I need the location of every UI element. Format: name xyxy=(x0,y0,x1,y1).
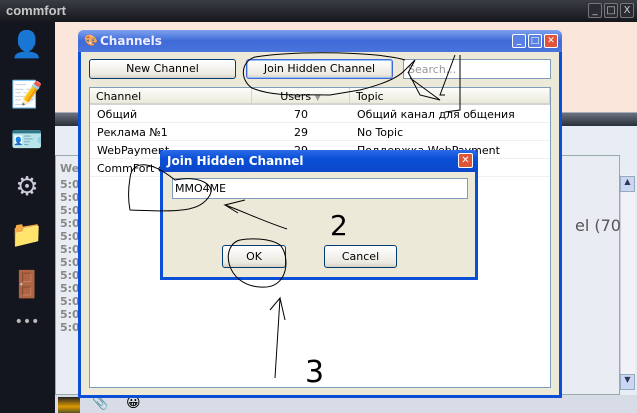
circle-ok-button xyxy=(227,238,287,288)
hand-drawn-annotations: 2 3 xyxy=(128,52,461,390)
annotation-step-2: 2 xyxy=(330,209,348,242)
arrow-to-ok xyxy=(269,296,286,379)
arrow-to-search xyxy=(407,54,461,113)
circle-join-button xyxy=(242,52,416,96)
arrow-to-input xyxy=(223,199,288,230)
annotation-step-3: 3 xyxy=(305,355,324,390)
circle-input xyxy=(128,164,212,212)
